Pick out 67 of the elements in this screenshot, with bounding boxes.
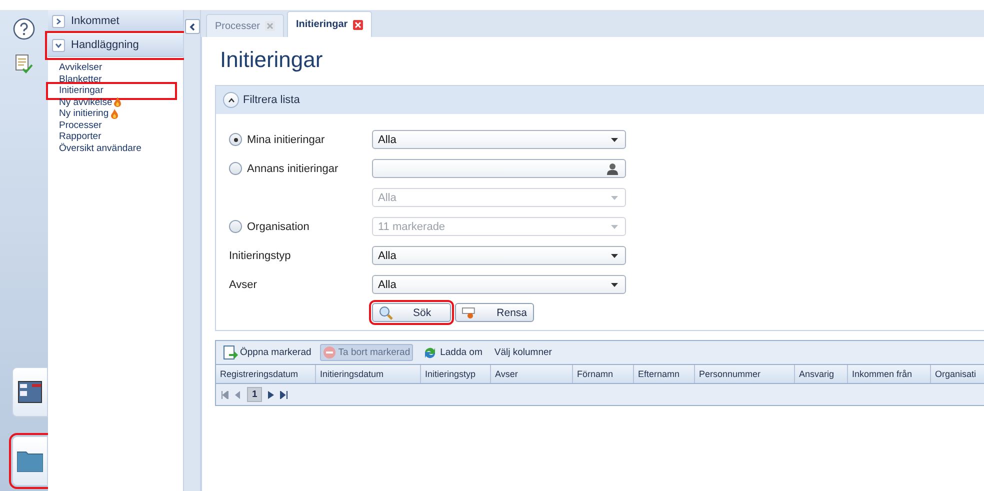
- field-label: Initieringstyp: [229, 250, 291, 262]
- person-icon[interactable]: [607, 162, 618, 174]
- dropdown-caret-icon: [611, 196, 618, 200]
- dropdown-caret-icon: [611, 224, 618, 228]
- collapse-button[interactable]: [184, 19, 200, 34]
- chevron-right-icon: [55, 18, 62, 24]
- nav-group-header[interactable]: Handläggning: [48, 34, 183, 57]
- radio-button[interactable]: [229, 162, 242, 175]
- column-header[interactable]: Registreringsdatum: [216, 365, 316, 383]
- column-header[interactable]: Efternamn: [634, 365, 695, 383]
- nav-group-header[interactable]: Inkommet: [48, 10, 183, 33]
- folder-icon: [17, 450, 43, 472]
- dropdown[interactable]: Alla: [372, 275, 626, 294]
- toolbar-button[interactable]: Ladda om: [419, 344, 486, 361]
- windows-icon: [18, 381, 42, 403]
- dropdown[interactable]: Alla: [372, 246, 626, 265]
- radio-button[interactable]: [229, 133, 242, 146]
- nav-link[interactable]: Översikt användare: [59, 142, 142, 154]
- field-label: Organisation: [247, 220, 310, 232]
- dropdown-caret-icon: [611, 254, 618, 258]
- column-header[interactable]: Organisati: [931, 365, 984, 383]
- column-header[interactable]: Ansvarig: [795, 365, 848, 383]
- column-header[interactable]: Initieringstyp: [421, 365, 491, 383]
- field-label: Avser: [229, 278, 257, 290]
- nav-link[interactable]: Initieringar: [49, 85, 174, 96]
- chevron-left-icon: [188, 22, 196, 30]
- next-page-icon[interactable]: [268, 390, 274, 398]
- nav-link[interactable]: Avvikelser: [59, 62, 102, 74]
- nav-link[interactable]: Ny initiering: [59, 108, 118, 120]
- person-field[interactable]: [372, 159, 626, 178]
- column-header[interactable]: Personnummer: [695, 365, 795, 383]
- chevron-up-icon: [228, 98, 234, 102]
- toolbar-button[interactable]: Välj kolumner: [491, 344, 555, 361]
- nav-link[interactable]: Processer: [59, 120, 102, 131]
- sidebar-tab[interactable]: [12, 436, 48, 486]
- toolbar-button[interactable]: Öppna markerad: [220, 344, 314, 361]
- nav-link[interactable]: Rapporter: [59, 131, 102, 142]
- search-button[interactable]: Sök: [372, 303, 451, 322]
- sidebar-tab[interactable]: [12, 367, 48, 417]
- eraser-icon: [462, 306, 477, 318]
- chevron-down-icon: [55, 42, 62, 48]
- document-check-icon[interactable]: [15, 54, 33, 74]
- column-header[interactable]: Inkommen från: [848, 365, 931, 383]
- field-label: Annans initieringar: [247, 162, 338, 174]
- column-header[interactable]: Initieringsdatum: [316, 365, 421, 383]
- tab[interactable]: Initieringar: [287, 11, 372, 37]
- field-label: Mina initieringar: [247, 134, 325, 146]
- tab[interactable]: Processer: [206, 14, 284, 37]
- filter-header[interactable]: Filtrera lista: [216, 86, 984, 114]
- nav-link[interactable]: Ny avvikelse: [59, 96, 122, 108]
- dropdown-caret-icon: [611, 138, 618, 142]
- clear-button[interactable]: Rensa: [455, 303, 534, 322]
- first-page-icon[interactable]: [221, 390, 229, 398]
- dropdown[interactable]: Alla: [372, 130, 626, 149]
- dropdown-caret-icon: [611, 282, 618, 286]
- close-icon[interactable]: [352, 20, 363, 30]
- document-arrow-icon: [223, 345, 238, 360]
- page-number[interactable]: 1: [247, 387, 262, 402]
- column-header[interactable]: Avser: [491, 365, 573, 383]
- delete-icon: [323, 346, 336, 359]
- page-title: Initieringar: [220, 47, 324, 73]
- radio-button[interactable]: [229, 220, 242, 233]
- last-page-icon[interactable]: [280, 390, 288, 398]
- column-header[interactable]: Förnamn: [573, 365, 634, 383]
- search-icon: [379, 306, 393, 320]
- help-icon[interactable]: [13, 18, 35, 40]
- nav-link[interactable]: Blanketter: [59, 74, 102, 85]
